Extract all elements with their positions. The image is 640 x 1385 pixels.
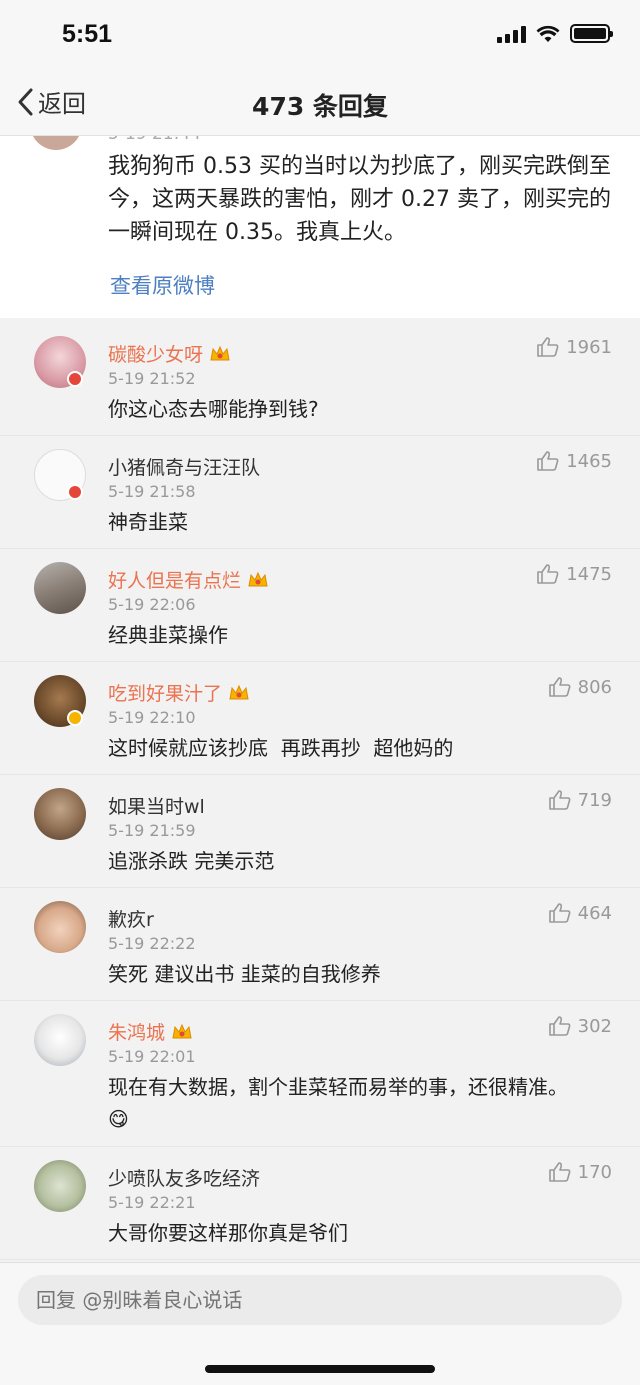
- like-button[interactable]: 170: [548, 1161, 612, 1183]
- comment-author[interactable]: 小猪佩奇与汪汪队: [108, 453, 260, 480]
- original-post: 5-19 21:44 我狗狗币 0.53 买的当时以为抄底了，刚买完跌倒至今，这…: [0, 136, 640, 318]
- thumbs-up-icon: [537, 564, 559, 584]
- comment-time: 5-19 22:21: [108, 1193, 196, 1212]
- view-original-link[interactable]: 查看原微博: [110, 270, 215, 300]
- comment-author[interactable]: 如果当时wl: [108, 792, 205, 819]
- like-button[interactable]: 719: [548, 789, 612, 811]
- like-count: 1465: [566, 450, 612, 472]
- home-indicator[interactable]: [205, 1365, 435, 1373]
- status-bar: 5:51: [0, 0, 640, 70]
- avatar[interactable]: [34, 901, 86, 953]
- like-count: 170: [577, 1161, 612, 1183]
- like-count: 806: [577, 676, 612, 698]
- verified-badge: [67, 710, 83, 726]
- like-button[interactable]: 1475: [536, 563, 612, 585]
- reply-input[interactable]: [18, 1275, 622, 1325]
- verified-badge: [67, 371, 83, 387]
- like-button[interactable]: 1961: [536, 336, 612, 358]
- comment-list: 碳酸少女呀 5-19 21:52 你这心态去哪能挣到钱? 1961 小猪佩奇与汪…: [0, 320, 640, 1260]
- comment-author-name: 碳酸少女呀: [108, 344, 204, 366]
- wifi-icon: [536, 25, 560, 42]
- comment-author[interactable]: 朱鸿城: [108, 1018, 193, 1045]
- comment-item[interactable]: 歉疚r 5-19 22:22 笑死 建议出书 韭菜的自我修养 464: [0, 888, 640, 1001]
- comment-text: 现在有大数据，割个韭菜轻而易举的事，还很精准。 😋: [108, 1071, 588, 1135]
- vip-crown-icon: [172, 1023, 192, 1038]
- comment-author-name: 如果当时wl: [108, 796, 205, 818]
- comment-item[interactable]: 小猪佩奇与汪汪队 5-19 21:58 神奇韭菜 1465: [0, 436, 640, 549]
- page-title: 473 条回复: [252, 92, 388, 121]
- comment-author[interactable]: 少喷队友多吃经济: [108, 1164, 260, 1191]
- original-post-time: 5-19 21:44: [108, 136, 201, 144]
- comment-author[interactable]: 歉疚r: [108, 905, 154, 932]
- comment-author[interactable]: 吃到好果汁了: [108, 679, 250, 706]
- comment-author-name: 少喷队友多吃经济: [108, 1168, 261, 1190]
- comment-author-name: 朱鸿城: [108, 1022, 166, 1044]
- avatar[interactable]: [34, 1160, 86, 1212]
- like-button[interactable]: 806: [548, 676, 612, 698]
- thumbs-up-icon: [548, 1016, 571, 1036]
- comment-time: 5-19 21:52: [108, 369, 196, 388]
- avatar[interactable]: [34, 1014, 86, 1066]
- vip-crown-icon: [210, 345, 230, 360]
- comment-text: 这时候就应该抄底 再跌再抄 超他妈的: [108, 736, 454, 760]
- vip-crown-icon: [248, 571, 268, 586]
- comment-author-name: 歉疚r: [108, 909, 154, 931]
- comment-text: 你这心态去哪能挣到钱?: [108, 397, 319, 421]
- comment-author[interactable]: 好人但是有点烂: [108, 566, 269, 593]
- comment-author-name: 小猪佩奇与汪汪队: [108, 457, 261, 479]
- comment-time: 5-19 22:22: [108, 934, 196, 953]
- vip-crown-icon: [229, 684, 249, 699]
- like-count: 1961: [566, 336, 612, 358]
- like-count: 464: [577, 902, 612, 924]
- comment-text: 大哥你要这样那你真是爷们: [108, 1221, 348, 1245]
- avatar[interactable]: [30, 136, 82, 150]
- comment-text-body: 现在有大数据，割个韭菜轻而易举的事，还很精准。: [108, 1075, 568, 1099]
- like-count: 1475: [566, 563, 612, 585]
- nav-bar: 返回 473 条回复: [0, 70, 640, 136]
- original-post-text: 我狗狗币 0.53 买的当时以为抄底了，刚买完跌倒至今，这两天暴跌的害怕，刚才 …: [108, 154, 611, 245]
- comment-item[interactable]: 吃到好果汁了 5-19 22:10 这时候就应该抄底 再跌再抄 超他妈的 806: [0, 662, 640, 775]
- comment-time: 5-19 21:59: [108, 821, 196, 840]
- comment-text: 神奇韭菜: [108, 510, 188, 534]
- avatar[interactable]: [34, 788, 86, 840]
- thumbs-up-icon: [537, 337, 559, 357]
- comment-item[interactable]: 少喷队友多吃经济 5-19 22:21 大哥你要这样那你真是爷们 170: [0, 1147, 640, 1260]
- thumbs-up-icon: [548, 677, 571, 697]
- like-count: 302: [577, 1015, 612, 1037]
- yummy-emoji-icon: 😋: [108, 1107, 129, 1131]
- thumbs-up-icon: [548, 790, 571, 810]
- reply-bar: [0, 1262, 640, 1385]
- comment-author-name: 好人但是有点烂: [108, 570, 242, 592]
- comment-time: 5-19 22:10: [108, 708, 196, 727]
- comment-text: 经典韭菜操作: [108, 623, 228, 647]
- comment-author-name: 吃到好果汁了: [108, 683, 223, 705]
- like-button[interactable]: 464: [548, 902, 612, 924]
- status-icons: [497, 24, 613, 43]
- comment-time: 5-19 22:06: [108, 595, 196, 614]
- comment-text: 追涨杀跌 完美示范: [108, 849, 275, 873]
- verified-badge: [67, 484, 83, 500]
- like-count: 719: [577, 789, 612, 811]
- like-button[interactable]: 1465: [536, 450, 612, 472]
- comment-text: 笑死 建议出书 韭菜的自我修养: [108, 962, 381, 986]
- comment-time: 5-19 22:01: [108, 1047, 196, 1066]
- signal-icon: [497, 25, 526, 43]
- comment-item[interactable]: 朱鸿城 5-19 22:01 现在有大数据，割个韭菜轻而易举的事，还很精准。 😋…: [0, 1001, 640, 1147]
- comment-item[interactable]: 好人但是有点烂 5-19 22:06 经典韭菜操作 1475: [0, 549, 640, 662]
- comment-author[interactable]: 碳酸少女呀: [108, 340, 231, 367]
- like-button[interactable]: 302: [548, 1015, 612, 1037]
- thumbs-up-icon: [548, 903, 571, 923]
- comment-time: 5-19 21:58: [108, 482, 196, 501]
- status-time: 5:51: [62, 20, 113, 48]
- avatar[interactable]: [34, 562, 86, 614]
- comment-item[interactable]: 如果当时wl 5-19 21:59 追涨杀跌 完美示范 719: [0, 775, 640, 888]
- thumbs-up-icon: [537, 451, 559, 471]
- comment-item[interactable]: 碳酸少女呀 5-19 21:52 你这心态去哪能挣到钱? 1961: [0, 320, 640, 436]
- thumbs-up-icon: [548, 1162, 571, 1182]
- battery-icon: [570, 24, 613, 43]
